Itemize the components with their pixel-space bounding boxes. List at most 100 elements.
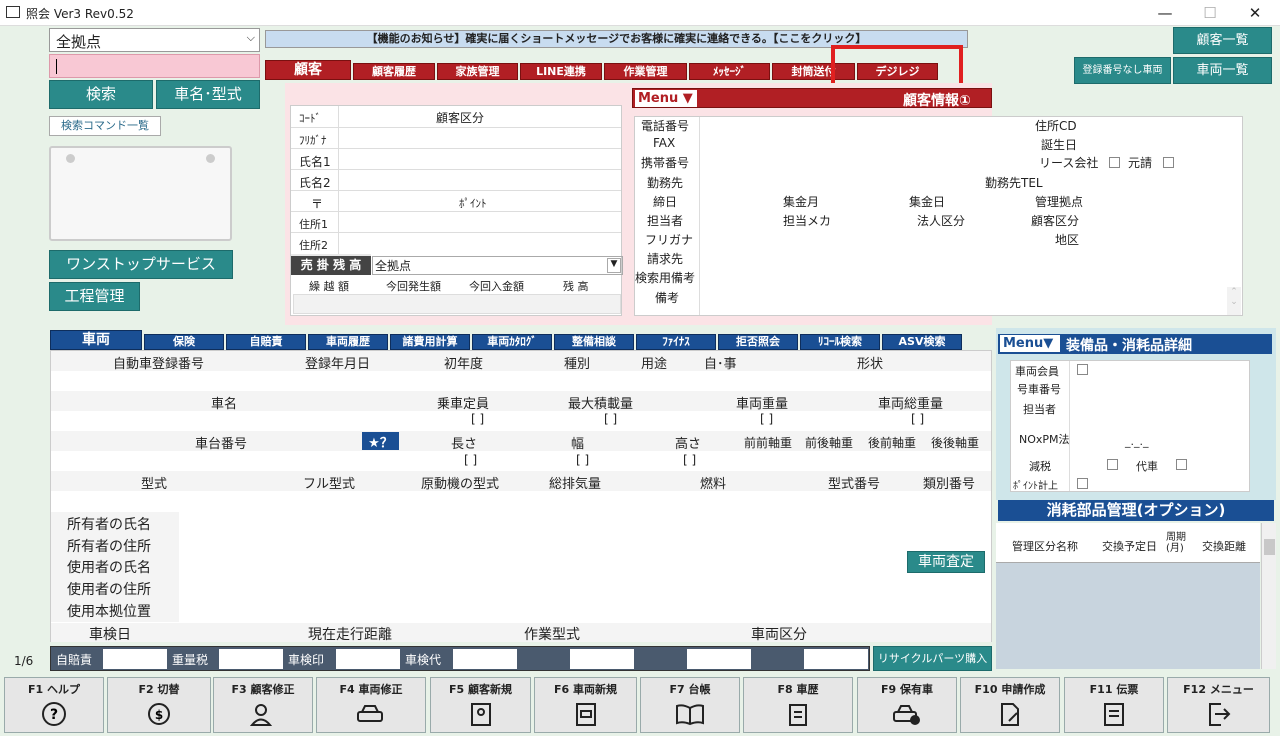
- f10-application-button[interactable]: F10 申請作成: [960, 677, 1060, 733]
- workplace-label: 勤務先: [647, 176, 684, 190]
- gross-weight-input[interactable]: [ ]: [911, 412, 924, 426]
- tab-customer[interactable]: 顧客: [265, 60, 351, 80]
- f8-history-button[interactable]: F8 車歴: [743, 677, 853, 733]
- capacity-label: 乗車定員: [437, 397, 490, 412]
- staff-label: 担当者: [647, 214, 684, 228]
- member-checkbox[interactable]: [1077, 364, 1088, 375]
- location-select[interactable]: 全拠点 ⌵: [49, 28, 260, 52]
- kana-label: ﾌﾘｶﾞﾅ: [299, 134, 327, 147]
- vehicle-card-icon: [575, 703, 596, 726]
- f5-new-customer-button[interactable]: F5 顧客新規: [430, 677, 531, 733]
- tab-insurance[interactable]: 保険: [144, 334, 224, 350]
- page-indicator: 1/6: [14, 654, 34, 668]
- tab-catalog[interactable]: 車両ｶﾀﾛｸﾞ: [472, 334, 552, 350]
- address1-label: 住所1: [299, 218, 328, 231]
- weight-tax-field[interactable]: [219, 649, 283, 669]
- tab-line[interactable]: LINE連携: [520, 63, 602, 80]
- equipment-title: 装備品・消耗品詳細: [1066, 338, 1192, 354]
- point-post-checkbox[interactable]: [1077, 478, 1088, 489]
- search-button[interactable]: 検索: [49, 80, 153, 109]
- car-model-button[interactable]: 車名･型式: [156, 80, 260, 109]
- f1-help-button[interactable]: F1 ヘルプ?: [4, 677, 104, 733]
- command-list-button[interactable]: 検索コマンド一覧: [49, 116, 161, 136]
- tab-message[interactable]: ﾒｯｾｰｼﾞ: [689, 63, 770, 80]
- parts-title: 消耗部品管理(オプション): [998, 500, 1274, 521]
- member-label: 車両会員: [1015, 365, 1059, 378]
- jibai-field[interactable]: [103, 649, 167, 669]
- fee-field-5[interactable]: [570, 649, 634, 669]
- fee-field-6[interactable]: [687, 649, 751, 669]
- vehicle-list-button[interactable]: 車両一覧: [1173, 57, 1272, 84]
- tab-fee-calc[interactable]: 諸費用計算: [390, 334, 470, 350]
- minimize-button[interactable]: —: [1145, 2, 1185, 24]
- tax-reduction-checkbox[interactable]: [1107, 459, 1118, 470]
- parts-scrollbar[interactable]: [1261, 523, 1276, 669]
- ar-location-select[interactable]: 全拠点 ▼: [372, 256, 623, 275]
- f6-new-vehicle-button[interactable]: F6 車両新規: [534, 677, 637, 733]
- chassis-lookup-button[interactable]: ★？: [362, 432, 399, 451]
- recycle-parts-button[interactable]: リサイクルパーツ購入: [873, 646, 992, 671]
- equipment-menu[interactable]: Menu▼: [1000, 335, 1060, 352]
- f7-ledger-button[interactable]: F7 台帳: [640, 677, 740, 733]
- f9-owned-car-button[interactable]: F9 保有車: [857, 677, 957, 733]
- axle-rf-label: 後前軸重: [868, 436, 917, 450]
- equipment-panel: Menu▼ 装備品・消耗品詳細 車両会員 号車番号 担当者 NOxPM法 _._…: [996, 328, 1276, 500]
- chassis-label: 車台番号: [195, 437, 248, 452]
- weight-input[interactable]: [ ]: [760, 412, 773, 426]
- work-type-label: 作業型式: [524, 627, 580, 643]
- tab-recall[interactable]: ﾘｺｰﾙ検索: [800, 334, 880, 350]
- onestop-button[interactable]: ワンストップサービス: [49, 250, 233, 279]
- length-input[interactable]: [ ]: [464, 453, 477, 467]
- f9-label: F9 保有車: [881, 683, 933, 696]
- tab-vehicle[interactable]: 車両: [50, 330, 142, 350]
- note-scrollbar[interactable]: ⌃ ⌄: [1227, 287, 1241, 315]
- tab-refusal[interactable]: 拒否照会: [718, 334, 798, 350]
- f11-slip-button[interactable]: F11 伝票: [1064, 677, 1164, 733]
- use-label: 用途: [641, 357, 668, 372]
- f12-menu-button[interactable]: F12 メニュー: [1167, 677, 1270, 733]
- tab-asv[interactable]: ASV検索: [882, 334, 962, 350]
- nox-value[interactable]: _._._: [1125, 435, 1149, 448]
- max-load-label: 最大積載量: [568, 397, 634, 412]
- f3-edit-customer-button[interactable]: F3 顧客修正: [213, 677, 313, 733]
- tab-jibai[interactable]: 自賠責: [226, 334, 306, 350]
- width-input[interactable]: [ ]: [576, 453, 589, 467]
- lease-checkbox[interactable]: [1109, 157, 1120, 168]
- f2-switch-button[interactable]: F2 切替 $: [107, 677, 211, 733]
- fees-bar: 自賠責 重量税 車検印 車検代: [50, 646, 870, 671]
- daisha-checkbox[interactable]: [1176, 459, 1187, 470]
- customer-info-menu[interactable]: Menu ▼: [635, 90, 697, 107]
- tab-family[interactable]: 家族管理: [437, 63, 518, 80]
- f4-edit-vehicle-button[interactable]: F4 車両修正: [316, 677, 426, 733]
- mileage-label: 現在走行距離: [308, 627, 392, 643]
- point-post-label: ﾎﾟｲﾝﾄ計上: [1013, 481, 1058, 492]
- insp-fee-field[interactable]: [453, 649, 517, 669]
- capacity-input[interactable]: [ ]: [471, 412, 484, 426]
- customer-info-header: Menu ▼ 顧客情報①: [632, 88, 992, 109]
- car-user-icon: [893, 705, 920, 725]
- stamp-field[interactable]: [336, 649, 400, 669]
- motouke-checkbox[interactable]: [1163, 157, 1174, 168]
- code-label: ｺｰﾄﾞ: [299, 112, 321, 125]
- no-reg-vehicle-button[interactable]: 登録番号なし車両: [1074, 57, 1171, 84]
- process-button[interactable]: 工程管理: [49, 282, 140, 311]
- axle-fr-label: 前後軸重: [805, 436, 854, 450]
- fee-field-7[interactable]: [804, 649, 868, 669]
- shape-label: 形状: [857, 357, 884, 372]
- height-input[interactable]: [ ]: [683, 453, 696, 467]
- parts-col-name: 管理区分名称: [1012, 540, 1078, 553]
- tab-vehicle-history[interactable]: 車両履歴: [308, 334, 388, 350]
- max-load-input[interactable]: [ ]: [604, 412, 617, 426]
- full-model-label: フル型式: [303, 477, 356, 492]
- maximize-button[interactable]: ☐: [1190, 2, 1230, 24]
- tab-customer-history[interactable]: 顧客履歴: [353, 63, 435, 80]
- birthday-label: 誕生日: [1041, 138, 1078, 152]
- vehicle-panel: 自動車登録番号 登録年月日 初年度 種別 用途 自･事 形状 車名 乗車定員 最…: [50, 350, 992, 643]
- appraise-button[interactable]: 車両査定: [907, 551, 985, 573]
- search-input[interactable]: [49, 54, 260, 78]
- tab-maintenance[interactable]: 整備相談: [554, 334, 634, 350]
- close-button[interactable]: ✕: [1235, 2, 1275, 24]
- customer-list-button[interactable]: 顧客一覧: [1173, 27, 1272, 54]
- tab-finance[interactable]: ﾌｧｲﾅｽ: [636, 334, 716, 350]
- tab-work[interactable]: 作業管理: [604, 63, 687, 80]
